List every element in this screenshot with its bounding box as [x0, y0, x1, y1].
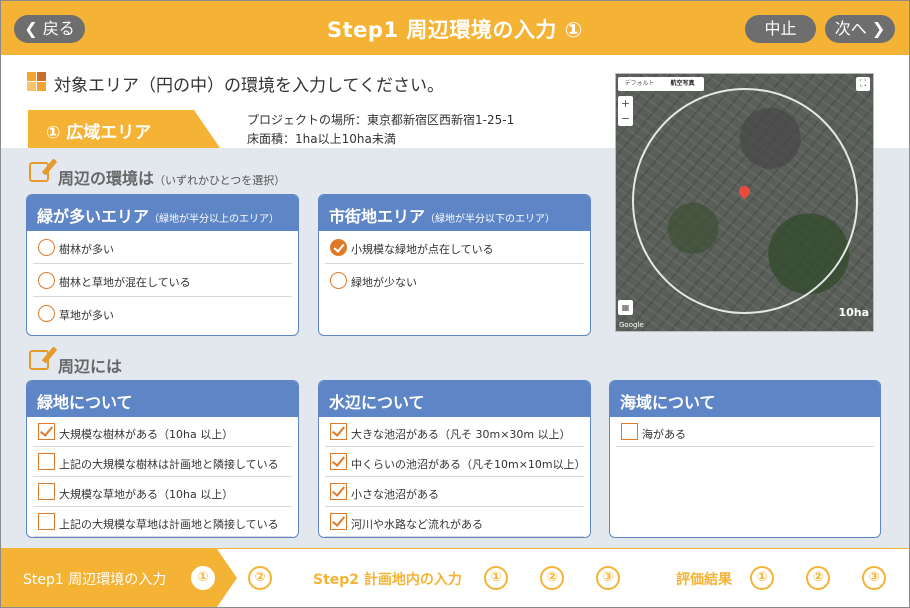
next-button-label: 次へ	[834, 19, 867, 38]
map-type-default[interactable]: デフォルト	[618, 77, 661, 91]
waterside-panel: 水辺について 大きな池沼がある（凡そ 30m×30m 以上） 中くらいの池沼があ…	[318, 380, 591, 538]
google-logo: Google	[619, 321, 644, 329]
stop-button[interactable]: 中止	[745, 15, 816, 43]
checkbox[interactable]	[38, 453, 55, 470]
radio-option[interactable]: 緑地が少ない	[325, 264, 584, 297]
chevron-right-icon: ❯	[871, 19, 886, 38]
radio-option[interactable]: 樹林が多い	[33, 231, 292, 264]
grid-squares-icon	[27, 72, 46, 91]
header-bar: ❮ 戻る Step1 周辺環境の入力 ① 中止 次へ ❯	[1, 1, 909, 55]
radio-option[interactable]: 樹林と草地が混在している	[33, 264, 292, 297]
option-label: 樹林と草地が混在している	[59, 276, 191, 289]
urban-area-panel: 市街地エリア（緑地が半分以下のエリア） 小規模な緑地が点在している 緑地が少ない	[318, 194, 591, 336]
step2-page-2[interactable]: ②	[540, 566, 564, 590]
checkbox-checked[interactable]	[330, 453, 347, 470]
checkbox-label: 大きな池沼がある（凡そ 30m×30m 以上）	[351, 428, 571, 441]
green-area-panel: 緑が多いエリア（緑地が半分以上のエリア） 樹林が多い 樹林と草地が混在している …	[26, 194, 299, 336]
option-label: 樹林が多い	[59, 243, 114, 256]
sea-header: 海域について	[610, 381, 880, 417]
target-area-circle	[632, 88, 858, 314]
checkbox-label: 大規模な樹林がある（10ha 以上）	[59, 428, 234, 441]
greenery-header: 緑地について	[27, 381, 298, 417]
checkbox-label: 中くらいの池沼がある（凡そ10m×10m以上）	[351, 458, 586, 471]
wide-area-tab-label: ① 広域エリア	[46, 123, 152, 143]
pencil-icon	[29, 350, 49, 370]
radio-option[interactable]: 草地が多い	[33, 297, 292, 330]
layers-icon[interactable]: ▦	[618, 300, 633, 315]
checkbox-item[interactable]: 河川や水路など流れがある	[325, 507, 584, 537]
radio-button[interactable]	[38, 272, 55, 289]
sea-panel: 海域について 海がある	[609, 380, 881, 538]
surroundings-title-text: 周辺の環境は	[58, 169, 155, 188]
checkbox-checked[interactable]	[330, 423, 347, 440]
zoom-control[interactable]: + −	[618, 96, 633, 126]
option-label: 緑地が少ない	[351, 276, 417, 289]
step1-page-1[interactable]: ①	[191, 566, 215, 590]
step2-page-1[interactable]: ①	[484, 566, 508, 590]
green-area-title: 緑が多いエリア	[37, 207, 150, 226]
urban-area-note: （緑地が半分以下のエリア）	[425, 214, 556, 225]
checkbox-item[interactable]: 上記の大規模な草地は計画地と隣接している	[33, 507, 292, 537]
checkbox-label: 上記の大規模な草地は計画地と隣接している	[59, 518, 279, 531]
map-scale-label: 10ha	[838, 306, 869, 319]
green-area-note: （緑地が半分以上のエリア）	[149, 214, 280, 225]
urban-area-header: 市街地エリア（緑地が半分以下のエリア）	[319, 195, 590, 231]
nearby-title: 周辺には	[58, 357, 123, 376]
checkbox-item[interactable]: 小さな池沼がある	[325, 477, 584, 507]
greenery-panel: 緑地について 大規模な樹林がある（10ha 以上） 上記の大規模な樹林は計画地と…	[26, 380, 299, 538]
step2-page-3[interactable]: ③	[596, 566, 620, 590]
checkbox-item[interactable]: 大きな池沼がある（凡そ 30m×30m 以上）	[325, 417, 584, 447]
next-button[interactable]: 次へ ❯	[825, 15, 895, 43]
zoom-out-button[interactable]: −	[618, 111, 633, 126]
step-progress-bar: Step1 周辺環境の入力 ① ② Step2 計画地内の入力 ① ② ③ 評価…	[1, 548, 909, 607]
checkbox-label: 河川や水路など流れがある	[351, 518, 483, 531]
map-type-satellite[interactable]: 航空写真	[661, 77, 704, 91]
project-location: プロジェクトの場所：東京都新宿区西新宿1-25-1	[247, 113, 515, 127]
pencil-icon	[29, 162, 49, 182]
result-page-1[interactable]: ①	[750, 566, 774, 590]
checkbox-item[interactable]: 大規模な樹林がある（10ha 以上）	[33, 417, 292, 447]
checkbox[interactable]	[38, 513, 55, 530]
green-area-header: 緑が多いエリア（緑地が半分以上のエリア）	[27, 195, 298, 231]
map-type-toggle[interactable]: デフォルト 航空写真	[618, 77, 704, 91]
checkbox-item[interactable]: 上記の大規模な樹林は計画地と隣接している	[33, 447, 292, 477]
result-page-2[interactable]: ②	[806, 566, 830, 590]
checkbox-label: 海がある	[642, 428, 686, 441]
checkbox-label: 上記の大規模な樹林は計画地と隣接している	[59, 458, 279, 471]
checkbox-item[interactable]: 中くらいの池沼がある（凡そ10m×10m以上）	[325, 447, 586, 477]
step1-page-2[interactable]: ②	[248, 566, 272, 590]
waterside-header: 水辺について	[319, 381, 590, 417]
radio-button[interactable]	[38, 239, 55, 256]
checkbox-label: 大規模な草地がある（10ha 以上）	[59, 488, 234, 501]
project-floor-area: 床面積：1ha以上10ha未満	[247, 132, 396, 146]
radio-button[interactable]	[38, 305, 55, 322]
satellite-map[interactable]: デフォルト 航空写真 ⛶ + − ▦ Google 10ha	[615, 73, 874, 332]
step1-label: Step1 周辺環境の入力	[23, 572, 167, 588]
checkbox[interactable]	[38, 483, 55, 500]
step2-label: Step2 計画地内の入力	[313, 572, 462, 588]
instruction-text: 対象エリア（円の中）の環境を入力してください。	[54, 76, 444, 96]
radio-option[interactable]: 小規模な緑地が点在している	[325, 231, 584, 264]
zoom-in-button[interactable]: +	[618, 96, 633, 111]
option-label: 草地が多い	[59, 309, 114, 322]
radio-button[interactable]	[330, 272, 347, 289]
fullscreen-icon[interactable]: ⛶	[856, 77, 870, 91]
checkbox-checked[interactable]	[330, 483, 347, 500]
checkbox-label: 小さな池沼がある	[351, 488, 439, 501]
radio-button-checked[interactable]	[330, 239, 347, 256]
checkbox-item[interactable]: 大規模な草地がある（10ha 以上）	[33, 477, 292, 507]
surroundings-title: 周辺の環境は（いずれかひとつを選択）	[58, 165, 285, 189]
checkbox[interactable]	[621, 423, 638, 440]
checkbox-checked[interactable]	[38, 423, 55, 440]
urban-area-title: 市街地エリア	[329, 207, 426, 226]
surroundings-hint: （いずれかひとつを選択）	[154, 174, 286, 187]
checkbox-item[interactable]: 海がある	[616, 417, 874, 447]
checkbox-checked[interactable]	[330, 513, 347, 530]
result-page-3[interactable]: ③	[862, 566, 886, 590]
result-label: 評価結果	[676, 572, 732, 588]
option-label: 小規模な緑地が点在している	[351, 243, 494, 256]
